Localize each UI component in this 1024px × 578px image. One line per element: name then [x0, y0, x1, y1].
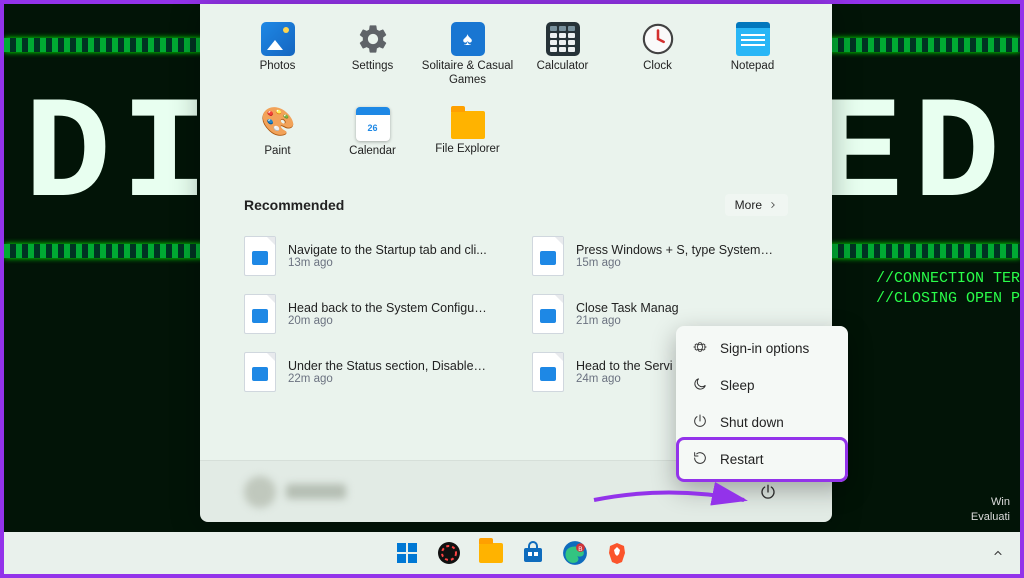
notepad-icon — [736, 22, 770, 56]
photos-icon — [261, 22, 295, 56]
pinned-app-notepad[interactable]: Notepad — [705, 14, 800, 99]
calendar-icon: 26 — [356, 107, 390, 141]
start-button[interactable] — [388, 534, 426, 572]
chevron-right-icon — [768, 200, 778, 210]
more-button[interactable]: More — [725, 194, 788, 216]
pinned-app-paint[interactable]: Paint — [230, 99, 325, 184]
store-icon — [521, 541, 545, 565]
recommended-item[interactable]: Press Windows + S, type System C...15m a… — [526, 228, 794, 284]
clock-icon — [641, 22, 675, 56]
document-icon — [532, 294, 564, 334]
document-icon — [244, 352, 276, 392]
document-icon — [244, 294, 276, 334]
pinned-app-calendar[interactable]: 26 Calendar — [325, 99, 420, 184]
document-icon — [244, 236, 276, 276]
chevron-up-icon — [992, 547, 1004, 559]
power-menu-power[interactable]: Shut down — [680, 404, 844, 441]
power-menu: Sign-in optionsSleepShut downRestart — [676, 326, 848, 482]
system-tray — [984, 539, 1012, 567]
taskbar-brave[interactable] — [598, 534, 636, 572]
annotation-arrow — [589, 480, 759, 520]
power-menu-moon[interactable]: Sleep — [680, 367, 844, 404]
wallpaper-text-right: ED — [816, 74, 1010, 239]
pinned-app-fileexplorer[interactable]: File Explorer — [420, 99, 515, 184]
folder-icon — [479, 543, 503, 563]
paint-icon — [261, 107, 295, 141]
taskbar-edge[interactable]: B — [556, 534, 594, 572]
recommended-item[interactable]: Navigate to the Startup tab and cli...13… — [238, 228, 506, 284]
edge-icon: B — [562, 540, 588, 566]
pinned-apps-grid: Photos Settings ♠ Solitaire & Casual Gam… — [200, 4, 832, 184]
taskbar-store[interactable] — [514, 534, 552, 572]
document-icon — [532, 352, 564, 392]
power-menu-gear[interactable]: Sign-in options — [680, 330, 844, 367]
avatar-icon — [244, 476, 276, 508]
solitaire-icon: ♠ — [451, 22, 485, 56]
taskbar: B — [4, 532, 1020, 574]
power-icon — [692, 413, 708, 432]
recommended-item[interactable]: Under the Status section, Disable o...22… — [238, 344, 506, 400]
pinned-app-solitaire[interactable]: ♠ Solitaire & Casual Games — [420, 14, 515, 99]
taskbar-fileexplorer[interactable] — [472, 534, 510, 572]
moon-icon — [692, 376, 708, 395]
windows-watermark: Win Evaluati — [971, 495, 1010, 524]
power-icon — [759, 483, 777, 501]
brave-icon — [605, 541, 629, 565]
pinned-app-clock[interactable]: Clock — [610, 14, 705, 99]
calculator-icon — [546, 22, 580, 56]
gear-icon — [692, 339, 708, 358]
windows-icon — [395, 541, 419, 565]
recommended-item[interactable]: Head back to the System Configur...20m a… — [238, 286, 506, 342]
document-icon — [532, 236, 564, 276]
power-menu-restart[interactable]: Restart — [680, 441, 844, 478]
user-account-button[interactable]: Username — [244, 476, 346, 508]
wallpaper-code: //CONNECTION TER //CLOSING OPEN P — [876, 269, 1020, 308]
screenshot-frame: DI ED //CONNECTION TER //CLOSING OPEN P … — [0, 0, 1024, 578]
restart-icon — [692, 450, 708, 469]
pinned-app-photos[interactable]: Photos — [230, 14, 325, 99]
tray-overflow-button[interactable] — [984, 539, 1012, 567]
folder-icon — [451, 111, 485, 139]
taskbar-app-1[interactable] — [430, 534, 468, 572]
recommended-heading: Recommended — [244, 197, 344, 213]
wallpaper-text-left: DI — [24, 74, 218, 239]
settings-icon — [356, 22, 390, 56]
pinned-app-settings[interactable]: Settings — [325, 14, 420, 99]
svg-text:B: B — [578, 546, 582, 553]
pinned-app-calculator[interactable]: Calculator — [515, 14, 610, 99]
